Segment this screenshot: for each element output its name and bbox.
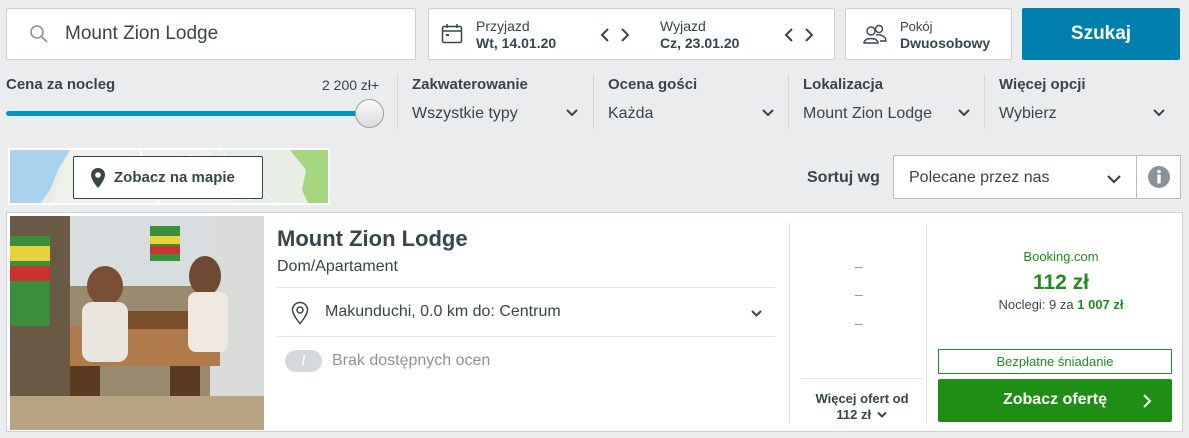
date-picker[interactable]: Przyjazd Wt, 14.01.20 Wyjazd Cz, 23.01.2… bbox=[428, 8, 835, 60]
filter-divider bbox=[788, 74, 789, 129]
checkout-next-icon[interactable] bbox=[803, 26, 815, 44]
hotel-location-text: Makunduchi, 0.0 km do: Centrum bbox=[325, 303, 561, 320]
accommodation-filter-value[interactable]: Wszystkie typy bbox=[412, 105, 518, 123]
view-offer-label: Zobacz ofertę bbox=[1002, 391, 1107, 408]
checkin-prev-icon[interactable] bbox=[599, 26, 611, 44]
price-slider-handle[interactable] bbox=[355, 99, 384, 128]
other-offer-placeholder: – bbox=[855, 286, 863, 302]
search-icon bbox=[30, 25, 48, 43]
more-options-filter-value[interactable]: Wybierz bbox=[999, 105, 1057, 123]
filter-divider bbox=[984, 74, 985, 129]
more-options-filter-title: Więcej opcji bbox=[999, 76, 1086, 93]
sort-info-button[interactable] bbox=[1136, 155, 1181, 199]
room-label: Pokój bbox=[900, 19, 933, 34]
column-divider bbox=[789, 223, 790, 423]
chevron-down-icon[interactable] bbox=[1152, 108, 1166, 118]
divider bbox=[277, 336, 775, 337]
other-offer-placeholder: – bbox=[855, 258, 863, 274]
more-offers-label: Więcej ofert od bbox=[815, 391, 909, 406]
checkout-prev-icon[interactable] bbox=[783, 26, 795, 44]
calendar-icon bbox=[441, 24, 463, 44]
rating-filter-value[interactable]: Każda bbox=[608, 105, 653, 123]
location-filter-title: Lokalizacja bbox=[803, 76, 884, 93]
checkout-label: Wyjazd bbox=[660, 18, 706, 34]
nights-total: 1 007 zł bbox=[1077, 297, 1124, 312]
checkin-value[interactable]: Wt, 14.01.20 bbox=[476, 35, 556, 51]
view-on-map-label: Zobacz na mapie bbox=[114, 169, 235, 186]
rating-badge: / bbox=[285, 350, 322, 372]
hotel-location-row[interactable]: Makunduchi, 0.0 km do: Centrum bbox=[277, 290, 775, 336]
sort-select[interactable]: Polecane przez nas bbox=[893, 155, 1137, 199]
offer-nights: Noclegi: 9 za 1 007 zł bbox=[938, 297, 1184, 312]
sort-value: Polecane przez nas bbox=[909, 169, 1050, 186]
chevron-down-icon bbox=[876, 411, 887, 418]
price-filter-title: Cena za nocleg bbox=[6, 76, 116, 93]
free-breakfast-badge: Bezpłatne śniadanie bbox=[938, 349, 1172, 374]
search-box[interactable] bbox=[6, 8, 416, 60]
chevron-down-icon[interactable] bbox=[565, 108, 579, 118]
hotel-result-card: Mount Zion Lodge Dom/Apartament Makunduc… bbox=[6, 212, 1183, 432]
location-filter-value[interactable]: Mount Zion Lodge bbox=[803, 105, 932, 123]
divider bbox=[277, 287, 775, 288]
other-offer-placeholder: – bbox=[855, 315, 863, 331]
hotel-name[interactable]: Mount Zion Lodge bbox=[277, 226, 468, 252]
checkout-value[interactable]: Cz, 23.01.20 bbox=[660, 35, 739, 51]
hotel-photo-image bbox=[10, 216, 264, 430]
guests-icon bbox=[863, 24, 887, 44]
search-input[interactable] bbox=[65, 23, 385, 45]
filter-divider bbox=[593, 74, 594, 129]
room-selector[interactable]: Pokój Dwuosobowy bbox=[845, 8, 1012, 60]
info-icon bbox=[1148, 166, 1170, 188]
price-filter-max: 2 200 zł+ bbox=[322, 77, 380, 93]
rating-text: Brak dostępnych ocen bbox=[332, 352, 491, 369]
column-divider bbox=[926, 223, 927, 423]
chevron-down-icon[interactable] bbox=[761, 108, 775, 118]
search-button[interactable]: Szukaj bbox=[1022, 8, 1180, 60]
view-on-map-button[interactable]: Zobacz na mapie bbox=[73, 156, 263, 199]
filter-divider bbox=[397, 74, 398, 129]
chevron-down-icon bbox=[751, 310, 762, 317]
offer-provider[interactable]: Booking.com bbox=[938, 249, 1184, 264]
chevron-down-icon[interactable] bbox=[957, 108, 971, 118]
checkin-next-icon[interactable] bbox=[619, 26, 631, 44]
chevron-down-icon bbox=[1107, 175, 1121, 184]
hotel-type: Dom/Apartament bbox=[277, 258, 398, 275]
room-value: Dwuosobowy bbox=[900, 35, 991, 51]
search-header: Przyjazd Wt, 14.01.20 Wyjazd Cz, 23.01.2… bbox=[0, 0, 1189, 141]
rating-filter-title: Ocena gości bbox=[608, 76, 698, 93]
location-pin-icon bbox=[291, 301, 309, 325]
checkin-label: Przyjazd bbox=[476, 18, 530, 34]
hotel-photo[interactable] bbox=[10, 216, 264, 430]
price-slider-track[interactable] bbox=[6, 111, 370, 116]
offer-price[interactable]: 112 zł bbox=[938, 271, 1184, 295]
view-offer-button[interactable]: Zobacz ofertę bbox=[938, 379, 1172, 422]
more-offers-button[interactable]: Więcej ofert od 112 zł bbox=[801, 378, 923, 430]
chevron-right-icon bbox=[1143, 394, 1152, 408]
sort-label: Sortuj wg bbox=[807, 169, 880, 186]
map-pin-icon bbox=[91, 167, 105, 188]
accommodation-filter-title: Zakwaterowanie bbox=[412, 76, 528, 93]
more-offers-price: 112 zł bbox=[836, 407, 872, 422]
nights-prefix: Noclegi: 9 za bbox=[998, 297, 1074, 312]
